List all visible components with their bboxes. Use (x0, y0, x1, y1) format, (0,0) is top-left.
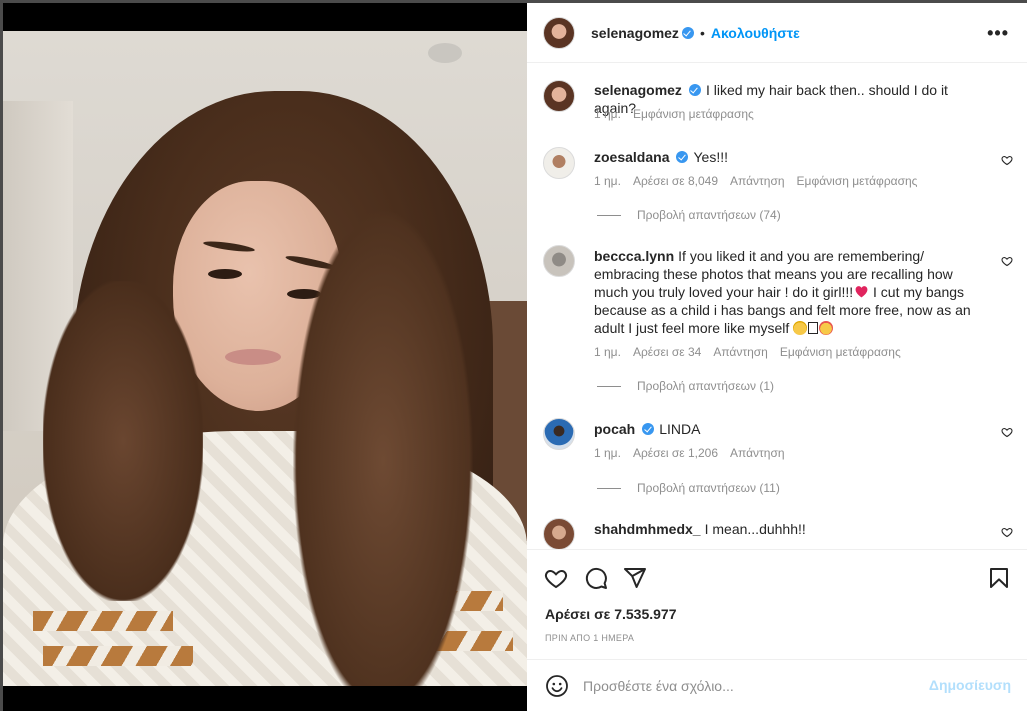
selfie-image (3, 31, 527, 686)
post-modal: selenagomez • Ακολουθήστε ••• selenagomez I… (0, 0, 1027, 711)
comment-body: Yes!!! (693, 149, 728, 165)
comment-text: zoesaldana Yes!!! (594, 148, 989, 166)
likes-count[interactable]: Αρέσει σε 7.535.977 (545, 606, 676, 622)
replies-line (597, 214, 621, 216)
comment-like-heart-icon[interactable] (1001, 526, 1013, 538)
caption-avatar[interactable] (543, 80, 575, 112)
view-replies-button[interactable]: Προβολή απαντήσεων (11) (597, 481, 780, 495)
ceiling-light (428, 43, 462, 63)
post-comment-button[interactable]: Δημοσίευση (929, 677, 1011, 693)
author-avatar[interactable] (543, 17, 575, 49)
view-replies-label: Προβολή απαντήσεων (11) (637, 481, 780, 495)
follow-button[interactable]: Ακολουθήστε (711, 25, 800, 41)
caption-time: 1 ημ. (594, 107, 621, 121)
comment-avatar[interactable] (543, 518, 575, 549)
comment-avatar[interactable] (543, 147, 575, 179)
comment-reply-link[interactable]: Απάντηση (730, 174, 785, 188)
comment-time: 1 ημ. (594, 446, 621, 460)
comment-meta: 1 ημ. Αρέσει σε 8,049 Απάντηση Εμφάνιση μετ… (594, 174, 929, 188)
lips (225, 349, 281, 365)
hair-strand (293, 211, 473, 686)
bookmark-icon[interactable] (987, 566, 1011, 590)
verified-badge-icon (642, 423, 655, 435)
comment-time: 1 ημ. (594, 174, 621, 188)
comment-icon[interactable] (584, 566, 608, 590)
comment-username[interactable]: shahdmhmedx_ (594, 521, 701, 537)
comment-likes-count[interactable]: Αρέσει σε 1,206 (633, 446, 718, 460)
hair-strand (43, 281, 203, 601)
heart-icon[interactable] (544, 566, 568, 590)
verified-badge-icon (688, 84, 701, 96)
post-side-panel: selenagomez • Ακολουθήστε ••• selenagomez I… (527, 3, 1027, 711)
eye (208, 269, 242, 279)
smiling-halo-emoji-icon (793, 321, 808, 335)
caption-meta: 1 ημ. Εμφάνιση μετάφρασης (594, 107, 766, 121)
comment-meta: 1 ημ. Αρέσει σε 34 Απάντηση Εμφάνιση μετάφρ… (594, 345, 913, 359)
verified-badge-icon (676, 151, 689, 163)
comment-username[interactable]: beccca.lynn (594, 248, 674, 264)
comment-like-heart-icon[interactable] (1001, 255, 1013, 267)
post-photo[interactable] (3, 3, 527, 711)
replies-line (597, 385, 621, 387)
missing-glyph-icon (808, 322, 819, 334)
view-replies-button[interactable]: Προβολή απαντήσεων (74) (597, 208, 781, 222)
post-header: selenagomez • Ακολουθήστε ••• (527, 3, 1027, 63)
comment-like-heart-icon[interactable] (1001, 154, 1013, 166)
comment-body: LINDA (659, 421, 701, 437)
comment-translate-link[interactable]: Εμφάνιση μετάφρασης (797, 174, 918, 188)
comment-input[interactable] (583, 670, 913, 702)
view-replies-label: Προβολή απαντήσεων (74) (637, 208, 781, 222)
add-comment-bar: Δημοσίευση (527, 659, 1027, 711)
comment-translate-link[interactable]: Εμφάνιση μετάφρασης (780, 345, 901, 359)
comment-text: pocah LINDA (594, 420, 989, 438)
red-heart-emoji-icon (855, 286, 868, 298)
star-struck-emoji-icon (819, 321, 834, 335)
post-timestamp: ΠΡΙΝ ΑΠΟ 1 ΗΜΕΡΑ (545, 633, 635, 643)
comment-body: I mean...duhhh!! (704, 521, 806, 537)
comment-username[interactable]: zoesaldana (594, 149, 669, 165)
author-line: selenagomez • Ακολουθήστε (591, 25, 800, 43)
comments-list[interactable]: selenagomez I liked my hair back then.. s… (527, 64, 1027, 549)
comment-avatar[interactable] (543, 245, 575, 277)
comment-likes-count[interactable]: Αρέσει σε 34 (633, 345, 701, 359)
comment-text: beccca.lynn If you liked it and you are r… (594, 247, 989, 337)
comment-text: shahdmhmedx_ I mean...duhhh!! (594, 520, 989, 538)
comment-avatar[interactable] (543, 418, 575, 450)
comment-reply-link[interactable]: Απάντηση (713, 345, 768, 359)
comment-username[interactable]: pocah (594, 421, 635, 437)
view-replies-label: Προβολή απαντήσεων (1) (637, 379, 775, 393)
sweater-stripe (43, 646, 193, 666)
verified-badge-icon (681, 27, 694, 39)
comment-reply-link[interactable]: Απάντηση (730, 446, 785, 460)
comment-time: 1 ημ. (594, 345, 621, 359)
view-replies-button[interactable]: Προβολή απαντήσεων (1) (597, 379, 774, 393)
author-username[interactable]: selenagomez (591, 25, 679, 41)
caption-username[interactable]: selenagomez (594, 82, 682, 98)
smiley-icon[interactable] (545, 674, 569, 698)
send-icon[interactable] (623, 566, 647, 590)
replies-line (597, 487, 621, 489)
post-actions-bar: Αρέσει σε 7.535.977 ΠΡΙΝ ΑΠΟ 1 ΗΜΕΡΑ (527, 549, 1027, 659)
comment-meta: 1 ημ. Αρέσει σε 1,206 Απάντηση (594, 446, 797, 460)
comment-like-heart-icon[interactable] (1001, 426, 1013, 438)
sweater-stripe (33, 611, 173, 631)
separator-dot: • (699, 25, 705, 41)
comment-likes-count[interactable]: Αρέσει σε 8,049 (633, 174, 718, 188)
more-horizontal-icon[interactable]: ••• (987, 23, 1009, 44)
caption-translate-link[interactable]: Εμφάνιση μετάφρασης (633, 107, 754, 121)
